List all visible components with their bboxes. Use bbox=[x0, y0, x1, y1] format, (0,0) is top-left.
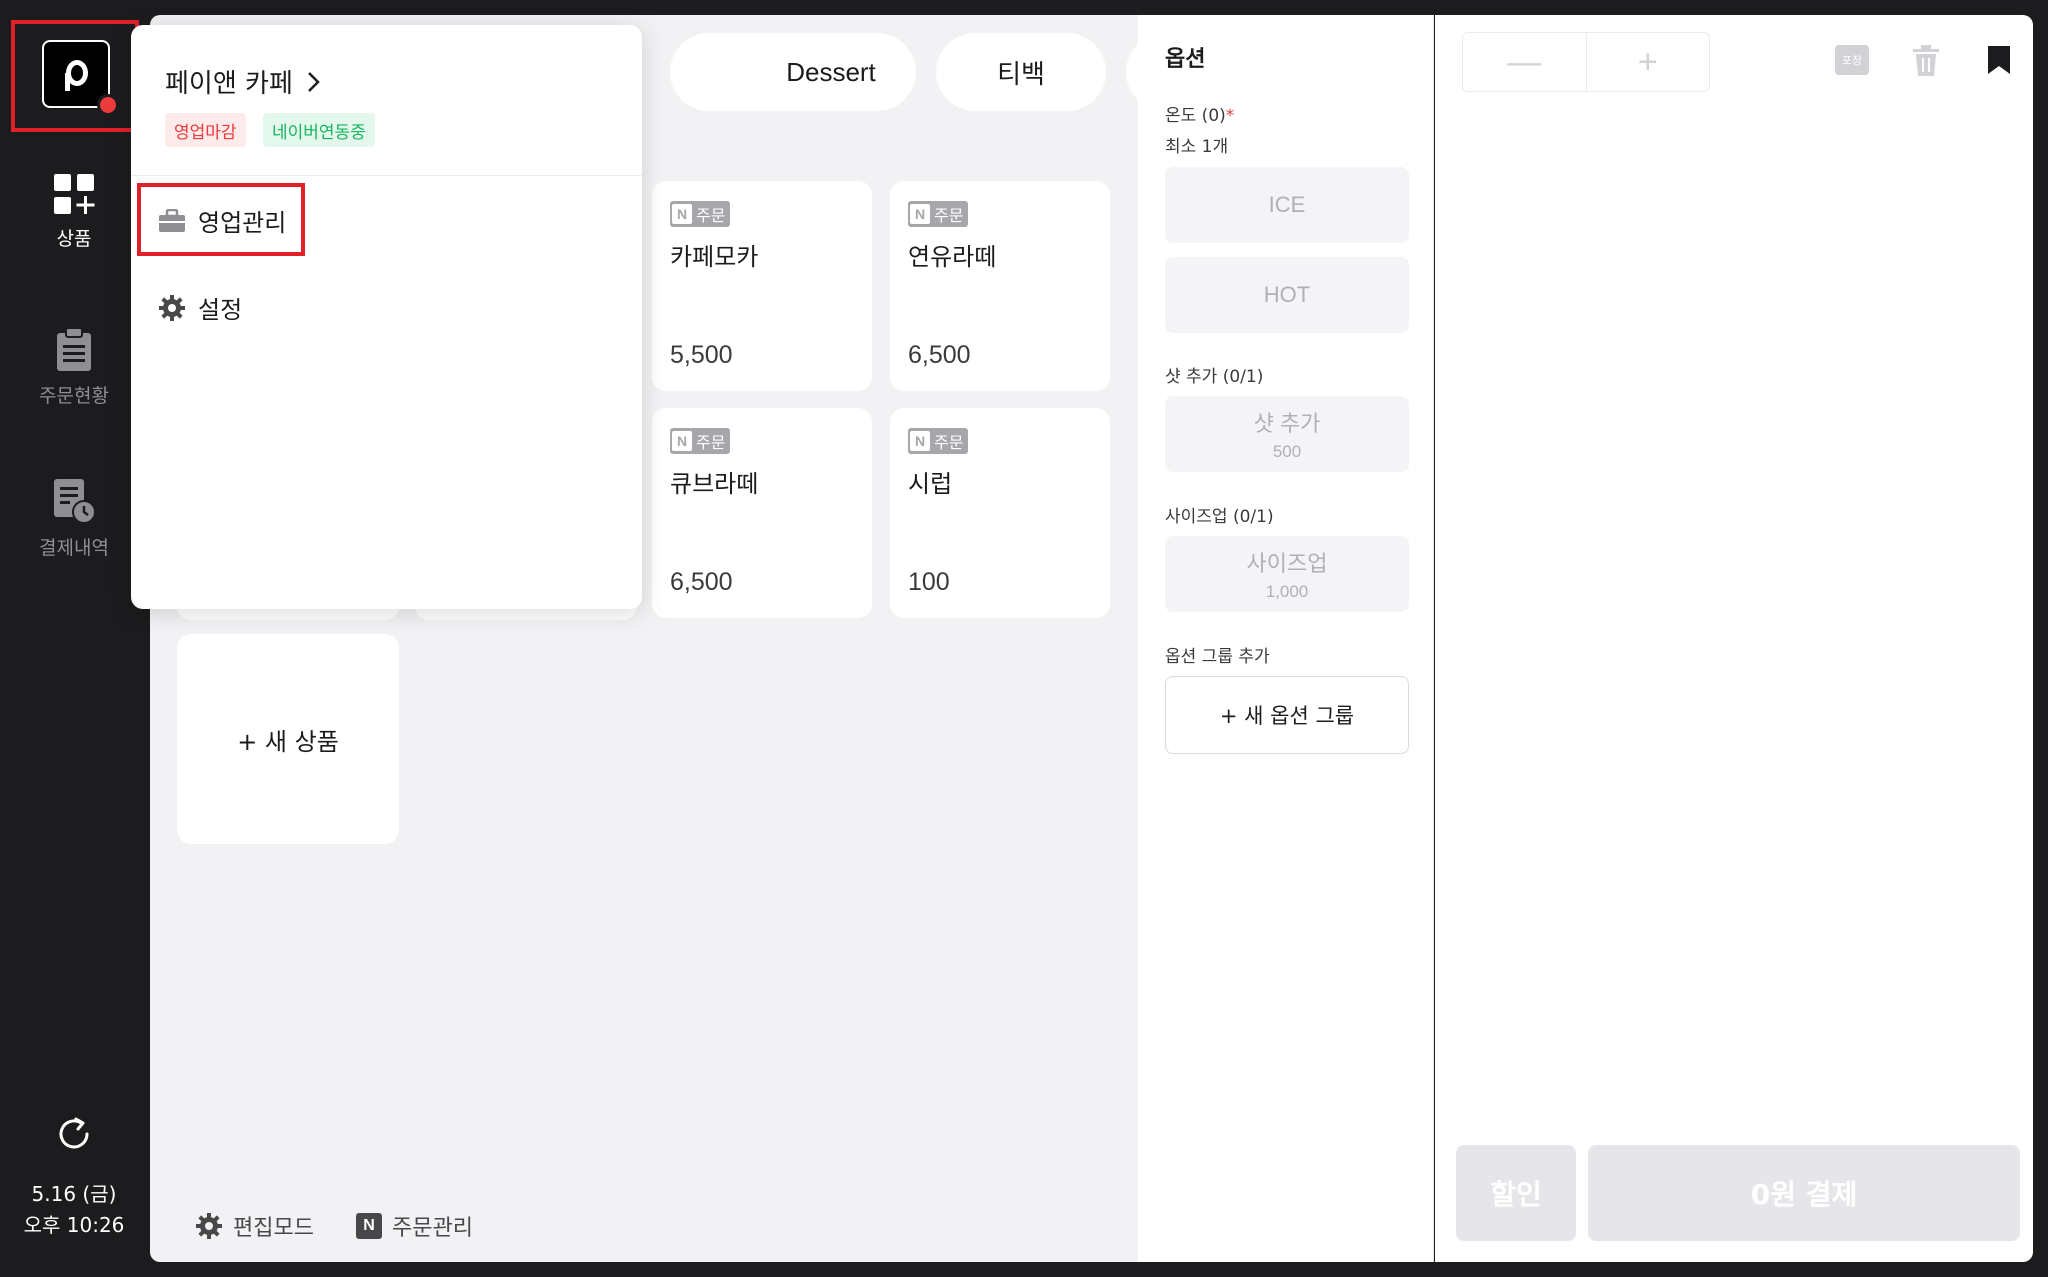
product-card[interactable]: N 주문 카페모카 5,500 bbox=[652, 181, 872, 391]
status-badge-closed: 영업마감 bbox=[165, 113, 246, 147]
sidebar-item-products[interactable]: 상품 bbox=[0, 172, 148, 251]
product-price: 6,500 bbox=[670, 568, 733, 596]
option-group-label-temperature: 온도 (0)* bbox=[1165, 106, 1235, 126]
menu-item-settings[interactable]: 설정 bbox=[158, 290, 242, 325]
naver-n-icon: N bbox=[672, 431, 692, 451]
cart-panel: — + 포장 할인 0원 결제 bbox=[1435, 15, 2033, 1262]
category-tab-teabag[interactable]: 티백 bbox=[936, 33, 1106, 111]
clipboard-icon bbox=[57, 327, 91, 371]
increase-button[interactable]: + bbox=[1587, 33, 1710, 91]
grid-plus-icon bbox=[54, 174, 95, 214]
gear-icon bbox=[196, 1213, 222, 1239]
highlight-box-business-management bbox=[137, 183, 305, 256]
takeout-icon[interactable]: 포장 bbox=[1835, 45, 1869, 75]
category-label: 티백 bbox=[997, 58, 1045, 89]
add-option-group-button[interactable]: + 새 옵션 그룹 bbox=[1165, 676, 1409, 754]
sidebar-item-label: 주문현황 bbox=[39, 385, 109, 407]
option-group-label-size: 사이즈업 (0/1) bbox=[1165, 507, 1274, 527]
status-badge-naver: 네이버연동중 bbox=[263, 113, 375, 147]
sidebar-item-label: 결제내역 bbox=[39, 537, 109, 559]
decrease-button[interactable]: — bbox=[1463, 33, 1587, 91]
quantity-stepper: — + bbox=[1462, 32, 1710, 92]
bookmark-icon[interactable] bbox=[1987, 45, 2011, 75]
order-manage-button[interactable]: N 주문관리 bbox=[356, 1210, 473, 1242]
gear-icon bbox=[159, 294, 185, 321]
product-price: 5,500 bbox=[670, 341, 733, 369]
store-name: 페이앤 카페 bbox=[165, 69, 293, 99]
product-card[interactable]: N 주문 연유라떼 6,500 bbox=[890, 181, 1110, 391]
naver-n-icon: N bbox=[910, 431, 930, 451]
order-manage-label: 주문관리 bbox=[392, 1216, 473, 1241]
category-tab-dessert[interactable]: Dessert bbox=[746, 33, 916, 111]
menu-divider bbox=[131, 175, 642, 176]
naver-order-badge: N 주문 bbox=[908, 201, 969, 227]
option-group-label-shot: 샷 추가 (0/1) bbox=[1165, 367, 1264, 387]
category-label: Dessert bbox=[786, 56, 876, 87]
product-name: 연유라떼 bbox=[908, 243, 997, 271]
naver-n-icon: N bbox=[672, 204, 692, 224]
option-shot-button[interactable]: 샷 추가 500 bbox=[1165, 396, 1409, 472]
product-name: 카페모카 bbox=[670, 243, 759, 271]
required-mark: * bbox=[1225, 106, 1235, 126]
trash-icon[interactable] bbox=[1911, 45, 1941, 77]
logo-highlight-box bbox=[11, 20, 139, 132]
option-group-min: 최소 1개 bbox=[1165, 137, 1229, 157]
naver-order-badge: N 주문 bbox=[908, 428, 969, 454]
naver-order-badge: N 주문 bbox=[670, 428, 731, 454]
edit-mode-label: 편집모드 bbox=[233, 1216, 314, 1241]
product-price: 100 bbox=[908, 568, 950, 596]
add-option-group-label: 옵션 그룹 추가 bbox=[1165, 647, 1270, 667]
left-sidebar: 상품 주문현황 결제내역 5.16 (금) 오후 10:26 bbox=[0, 0, 148, 1277]
naver-n-icon: N bbox=[356, 1213, 382, 1239]
product-card[interactable]: N 주문 시럽 100 bbox=[890, 408, 1110, 618]
product-name: 큐브라떼 bbox=[670, 470, 759, 498]
product-price: 6,500 bbox=[908, 341, 971, 369]
options-title: 옵션 bbox=[1165, 47, 1206, 72]
sidebar-item-order-status[interactable]: 주문현황 bbox=[0, 327, 148, 408]
naver-n-icon: N bbox=[910, 204, 930, 224]
current-time: 오후 10:26 bbox=[23, 1213, 125, 1237]
refresh-icon[interactable] bbox=[54, 1114, 94, 1154]
product-card[interactable]: N 주문 큐브라떼 6,500 bbox=[652, 408, 872, 618]
store-dropdown-menu: 페이앤 카페 영업마감 네이버연동중 영업관리 설정 bbox=[131, 25, 642, 609]
chevron-right-icon bbox=[307, 71, 320, 92]
sidebar-item-payment-history[interactable]: 결제내역 bbox=[0, 477, 148, 560]
edit-mode-button[interactable]: 편집모드 bbox=[195, 1210, 314, 1242]
discount-button[interactable]: 할인 bbox=[1456, 1145, 1576, 1241]
logo-p-mark bbox=[65, 60, 88, 91]
option-sizeup-button[interactable]: 사이즈업 1,000 bbox=[1165, 536, 1409, 612]
naver-order-badge: N 주문 bbox=[670, 201, 731, 227]
option-ice-button[interactable]: ICE bbox=[1165, 167, 1409, 243]
add-product-button[interactable]: + 새 상품 bbox=[177, 634, 399, 844]
receipt-clock-icon bbox=[54, 479, 96, 524]
options-panel: 옵션 온도 (0)* 최소 1개 ICE HOT 샷 추가 (0/1) 샷 추가… bbox=[1138, 15, 1434, 1262]
product-name: 시럽 bbox=[908, 470, 953, 498]
pay-button[interactable]: 0원 결제 bbox=[1588, 1145, 2020, 1241]
store-name-link[interactable]: 페이앤 카페 bbox=[165, 63, 321, 100]
status-dot bbox=[97, 94, 119, 116]
sidebar-item-label: 상품 bbox=[56, 228, 92, 250]
menu-item-label: 설정 bbox=[198, 296, 243, 324]
option-hot-button[interactable]: HOT bbox=[1165, 257, 1409, 333]
current-date: 5.16 (금) bbox=[31, 1182, 117, 1206]
